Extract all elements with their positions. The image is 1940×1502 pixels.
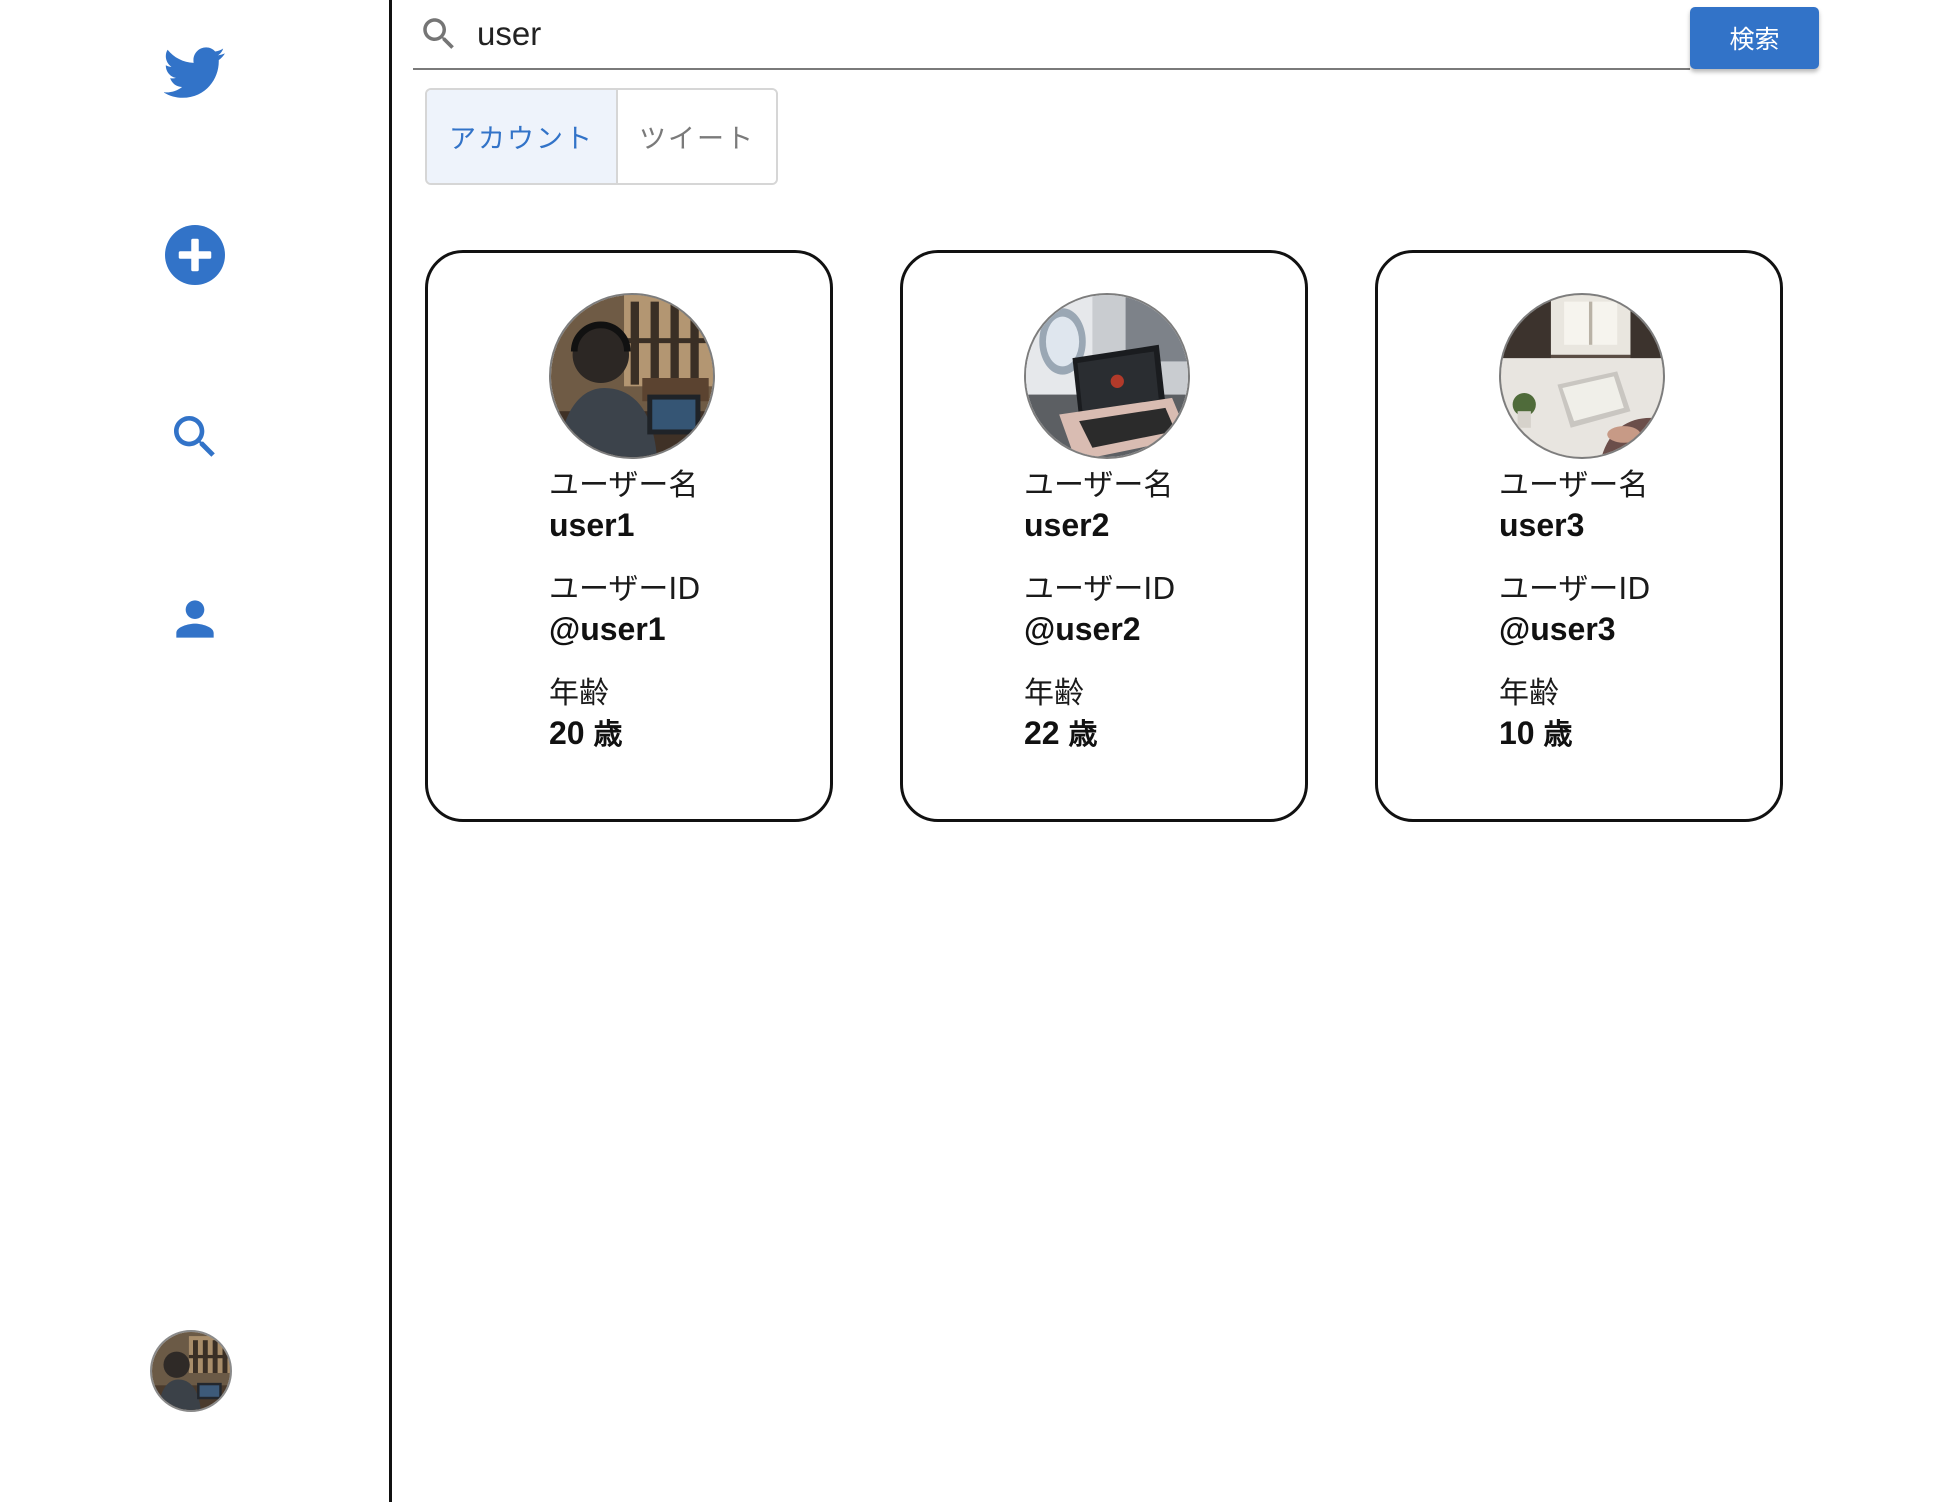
user-id-label: ユーザーID <box>549 572 701 607</box>
username-label: ユーザー名 <box>549 468 699 503</box>
user-card-details: ユーザー名 user2 ユーザーID @user2 年齢 22 歳 <box>1024 467 1304 754</box>
age-label: 年齢 <box>1499 676 1559 711</box>
username-value: user1 <box>549 507 635 543</box>
user-card[interactable]: ユーザー名 user2 ユーザーID @user2 年齢 22 歳 <box>900 250 1308 822</box>
search-button[interactable]: 検索 <box>1690 7 1819 69</box>
search-bar: 検索 <box>413 0 1833 72</box>
user-id-value: @user2 <box>1024 611 1141 647</box>
search-icon <box>173 416 215 457</box>
age-value: 10 歳 <box>1499 713 1779 754</box>
age-number: 20 <box>549 715 585 751</box>
current-user-avatar[interactable] <box>150 1330 232 1412</box>
user-card-details: ユーザー名 user1 ユーザーID @user1 年齢 20 歳 <box>549 467 829 754</box>
main-content: 検索 アカウント ツイート <box>395 0 1940 1502</box>
user-id-value: @user3 <box>1499 611 1616 647</box>
search-field[interactable] <box>413 0 1690 70</box>
search-input[interactable] <box>477 4 1657 64</box>
user-id-label: ユーザーID <box>1499 572 1651 607</box>
create-post-button[interactable] <box>140 200 250 310</box>
username-value: user3 <box>1499 507 1585 543</box>
age-unit: 歳 <box>593 717 623 751</box>
bird-logo-icon <box>163 47 225 98</box>
age-label: 年齢 <box>1024 676 1084 711</box>
age-number: 10 <box>1499 715 1535 751</box>
username-label: ユーザー名 <box>1024 468 1174 503</box>
username-label: ユーザー名 <box>1499 468 1649 503</box>
age-value: 20 歳 <box>549 713 829 754</box>
tab-tweets[interactable]: ツイート <box>618 90 776 183</box>
user-id-value: @user1 <box>549 611 666 647</box>
sidebar <box>0 0 392 1502</box>
user-card[interactable]: ユーザー名 user1 ユーザーID @user1 年齢 20 歳 <box>425 250 833 822</box>
search-nav-button[interactable] <box>140 382 250 492</box>
user-card-details: ユーザー名 user3 ユーザーID @user3 年齢 10 歳 <box>1499 467 1779 754</box>
username-value: user2 <box>1024 507 1110 543</box>
app: 検索 アカウント ツイート <box>0 0 1940 1502</box>
age-number: 22 <box>1024 715 1060 751</box>
user-avatar <box>1024 293 1190 459</box>
person-icon <box>175 600 214 638</box>
age-value: 22 歳 <box>1024 713 1304 754</box>
user-id-label: ユーザーID <box>1024 572 1176 607</box>
user-avatar <box>549 293 715 459</box>
home-logo-button[interactable] <box>140 18 250 128</box>
plus-circle-icon <box>164 225 225 285</box>
search-icon <box>417 12 461 56</box>
user-card[interactable]: ユーザー名 user3 ユーザーID @user3 年齢 10 歳 <box>1375 250 1783 822</box>
profile-nav-button[interactable] <box>140 564 250 674</box>
age-unit: 歳 <box>1068 717 1098 751</box>
avatar-photo <box>152 1332 230 1410</box>
age-unit: 歳 <box>1543 717 1573 751</box>
tab-accounts[interactable]: アカウント <box>427 90 618 183</box>
user-avatar <box>1499 293 1665 459</box>
age-label: 年齢 <box>549 676 609 711</box>
search-tabs: アカウント ツイート <box>425 88 778 185</box>
